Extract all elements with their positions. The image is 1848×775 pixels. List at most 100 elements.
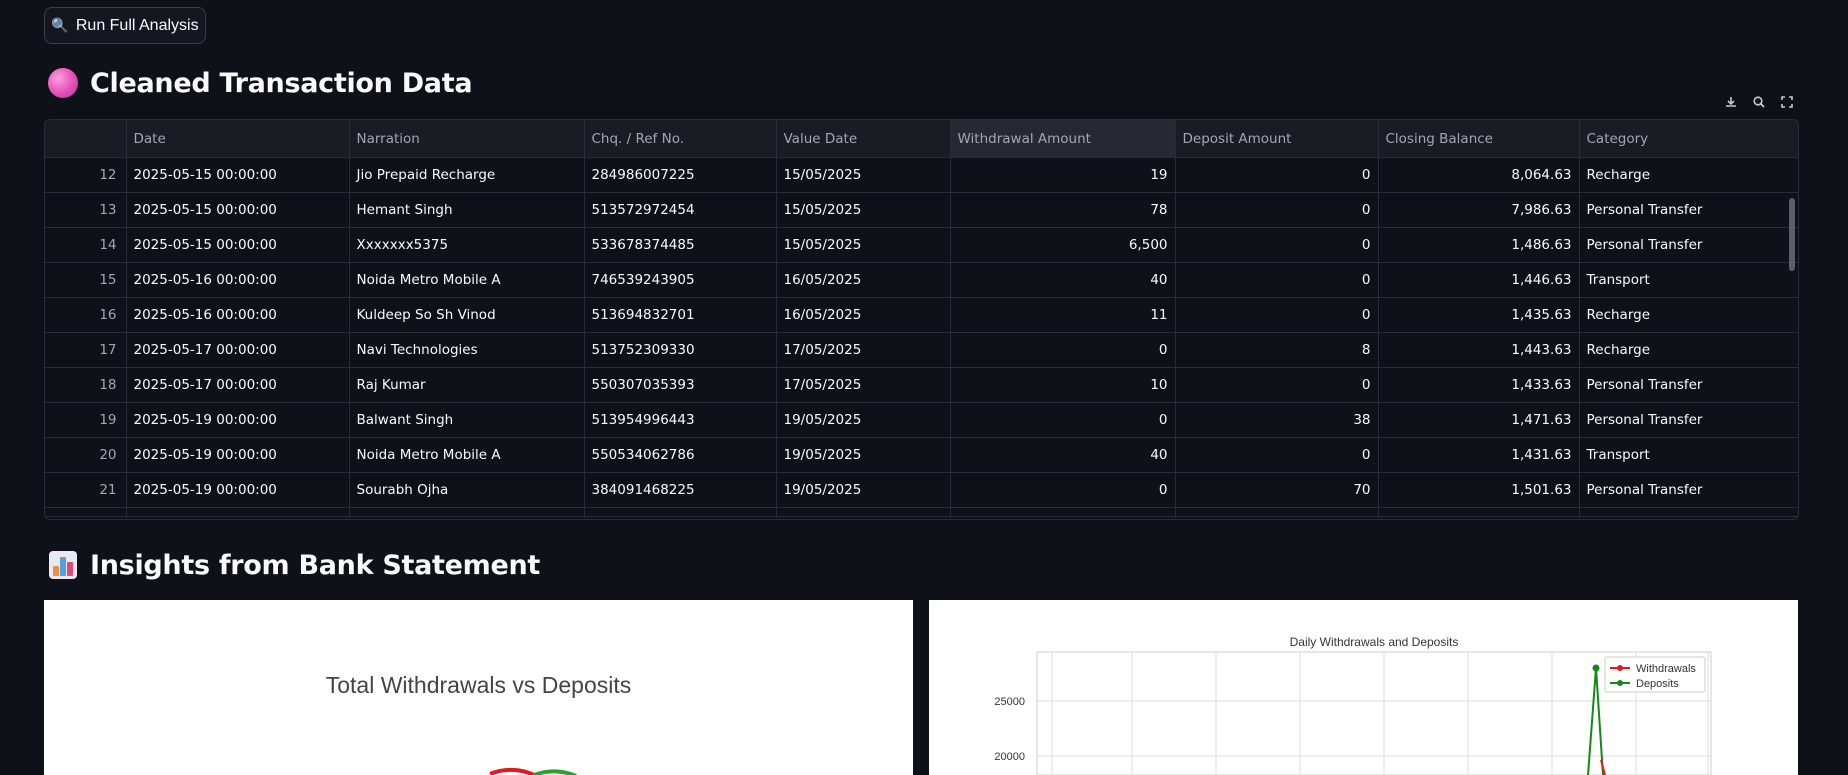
table-cell[interactable]: 16/05/2025 bbox=[776, 297, 951, 333]
table-cell[interactable]: 12 bbox=[45, 157, 127, 193]
col-header-closing-balance[interactable]: Closing Balance bbox=[1378, 120, 1580, 158]
col-header-narration[interactable]: Narration bbox=[349, 120, 585, 158]
table-cell[interactable]: Balwant Singh bbox=[349, 402, 585, 438]
table-cell[interactable]: 16/05/2025 bbox=[776, 262, 951, 298]
table-cell[interactable]: 19/05/2025 bbox=[776, 472, 951, 508]
table-cell[interactable]: 17/05/2025 bbox=[776, 367, 951, 403]
table-cell[interactable]: 513572972454 bbox=[584, 192, 777, 228]
table-row[interactable]: 13 2025-05-15 00:00:00 Hemant Singh 5135729… bbox=[45, 192, 1798, 228]
table-cell[interactable]: 1,443.63 bbox=[1378, 332, 1580, 368]
table-cell[interactable]: 0 bbox=[1175, 157, 1379, 193]
col-header-withdrawal[interactable]: Withdrawal Amount bbox=[950, 120, 1176, 158]
table-cell[interactable]: 13 bbox=[45, 192, 127, 228]
table-cell[interactable]: 513954996443 bbox=[584, 402, 777, 438]
table-cell[interactable]: 16 bbox=[45, 297, 127, 333]
table-cell[interactable]: 0 bbox=[1175, 297, 1379, 333]
table-cell[interactable]: 1,433.63 bbox=[1378, 367, 1580, 403]
table-cell[interactable]: 2025-05-15 00:00:00 bbox=[126, 157, 350, 193]
table-cell[interactable]: 2025-05-17 00:00:00 bbox=[126, 332, 350, 368]
table-cell[interactable]: 0 bbox=[950, 472, 1176, 508]
table-row[interactable]: 18 2025-05-17 00:00:00 Raj Kumar 5503070353… bbox=[45, 367, 1798, 403]
table-scrollbar[interactable] bbox=[1789, 198, 1795, 271]
table-cell[interactable]: 533678374485 bbox=[584, 227, 777, 263]
table-cell[interactable]: 19 bbox=[950, 157, 1176, 193]
table-cell[interactable]: Jio Prepaid Recharge bbox=[349, 157, 585, 193]
table-cell[interactable]: 17/05/2025 bbox=[776, 332, 951, 368]
col-header-index[interactable] bbox=[45, 120, 127, 158]
table-cell[interactable]: 2025-05-19 00:00:00 bbox=[126, 472, 350, 508]
table-cell[interactable]: Personal Transfer bbox=[1579, 192, 1798, 228]
table-cell[interactable]: Kuldeep So Sh Vinod bbox=[349, 297, 585, 333]
table-cell[interactable]: Navi Technologies bbox=[349, 332, 585, 368]
table-cell[interactable]: Personal Transfer bbox=[1579, 367, 1798, 403]
table-cell[interactable]: 7,986.63 bbox=[1378, 192, 1580, 228]
table-cell[interactable]: 550534062786 bbox=[584, 437, 777, 473]
table-row[interactable]: 19 2025-05-19 00:00:00 Balwant Singh 513954… bbox=[45, 402, 1798, 438]
table-cell[interactable]: 21 bbox=[45, 472, 127, 508]
col-header-deposit[interactable]: Deposit Amount bbox=[1175, 120, 1379, 158]
table-cell[interactable]: 513694832701 bbox=[584, 297, 777, 333]
table-cell[interactable]: Personal Transfer bbox=[1579, 402, 1798, 438]
table-cell[interactable]: 1,431.63 bbox=[1378, 437, 1580, 473]
table-cell[interactable]: Noida Metro Mobile A bbox=[349, 262, 585, 298]
table-cell[interactable]: 0 bbox=[1175, 262, 1379, 298]
table-cell[interactable]: 6,500 bbox=[950, 227, 1176, 263]
table-cell[interactable]: 1,471.63 bbox=[1378, 402, 1580, 438]
run-full-analysis-button[interactable]: 🔍 Run Full Analysis bbox=[44, 7, 206, 44]
table-cell[interactable]: Xxxxxxx5375 bbox=[349, 227, 585, 263]
table-cell[interactable]: 40 bbox=[950, 437, 1176, 473]
table-row[interactable]: 12 2025-05-15 00:00:00 Jio Prepaid Recharg… bbox=[45, 157, 1798, 193]
table-cell[interactable]: 0 bbox=[1175, 192, 1379, 228]
table-cell[interactable]: 8 bbox=[1175, 332, 1379, 368]
table-cell[interactable]: 15/05/2025 bbox=[776, 192, 951, 228]
table-cell[interactable]: Raj Kumar bbox=[349, 367, 585, 403]
table-cell[interactable]: 1,435.63 bbox=[1378, 297, 1580, 333]
table-cell[interactable]: 78 bbox=[950, 192, 1176, 228]
table-cell[interactable]: 2025-05-15 00:00:00 bbox=[126, 192, 350, 228]
table-cell[interactable]: 17 bbox=[45, 332, 127, 368]
table-cell[interactable]: 70 bbox=[1175, 472, 1379, 508]
transactions-table[interactable]: Date Narration Chq. / Ref No. Value Date… bbox=[44, 119, 1799, 520]
table-row[interactable]: 16 2025-05-16 00:00:00 Kuldeep So Sh Vinod… bbox=[45, 297, 1798, 333]
table-cell[interactable]: 20 bbox=[45, 437, 127, 473]
table-cell[interactable]: 2025-05-16 00:00:00 bbox=[126, 297, 350, 333]
table-cell[interactable]: 2025-05-15 00:00:00 bbox=[126, 227, 350, 263]
col-header-ref[interactable]: Chq. / Ref No. bbox=[584, 120, 777, 158]
table-cell[interactable]: Transport bbox=[1579, 437, 1798, 473]
table-cell[interactable]: Personal Transfer bbox=[1579, 472, 1798, 508]
table-cell[interactable]: Recharge bbox=[1579, 157, 1798, 193]
table-cell[interactable]: 15/05/2025 bbox=[776, 227, 951, 263]
table-row[interactable]: 21 2025-05-19 00:00:00 Sourabh Ojha 3840914… bbox=[45, 472, 1798, 508]
download-icon[interactable] bbox=[1720, 91, 1742, 113]
table-cell[interactable]: 15/05/2025 bbox=[776, 157, 951, 193]
table-cell[interactable]: 10 bbox=[950, 367, 1176, 403]
table-cell[interactable]: 0 bbox=[950, 402, 1176, 438]
table-cell[interactable]: 0 bbox=[1175, 437, 1379, 473]
table-cell[interactable]: Transport bbox=[1579, 262, 1798, 298]
table-cell[interactable]: 513752309330 bbox=[584, 332, 777, 368]
table-cell[interactable]: Sourabh Ojha bbox=[349, 472, 585, 508]
table-cell[interactable]: 40 bbox=[950, 262, 1176, 298]
table-cell[interactable]: 550307035393 bbox=[584, 367, 777, 403]
table-cell[interactable]: Noida Metro Mobile A bbox=[349, 437, 585, 473]
col-header-date[interactable]: Date bbox=[126, 120, 350, 158]
table-cell[interactable]: 19 bbox=[45, 402, 127, 438]
table-cell[interactable]: 11 bbox=[950, 297, 1176, 333]
table-cell[interactable]: 19/05/2025 bbox=[776, 402, 951, 438]
table-cell[interactable]: 38 bbox=[1175, 402, 1379, 438]
table-cell[interactable]: Recharge bbox=[1579, 332, 1798, 368]
table-cell[interactable]: 0 bbox=[1175, 367, 1379, 403]
table-cell[interactable]: 384091468225 bbox=[584, 472, 777, 508]
table-cell[interactable]: 0 bbox=[1175, 227, 1379, 263]
table-cell[interactable]: 1,446.63 bbox=[1378, 262, 1580, 298]
table-row[interactable]: 14 2025-05-15 00:00:00 Xxxxxxx5375 53367837… bbox=[45, 227, 1798, 263]
col-header-category[interactable]: Category bbox=[1579, 120, 1798, 158]
fullscreen-icon[interactable] bbox=[1776, 91, 1798, 113]
table-cell[interactable]: 0 bbox=[950, 332, 1176, 368]
table-cell[interactable]: 19/05/2025 bbox=[776, 437, 951, 473]
table-cell[interactable]: 18 bbox=[45, 367, 127, 403]
table-cell[interactable]: 746539243905 bbox=[584, 262, 777, 298]
table-cell[interactable]: 14 bbox=[45, 227, 127, 263]
table-cell[interactable]: 8,064.63 bbox=[1378, 157, 1580, 193]
table-cell[interactable]: Personal Transfer bbox=[1579, 227, 1798, 263]
